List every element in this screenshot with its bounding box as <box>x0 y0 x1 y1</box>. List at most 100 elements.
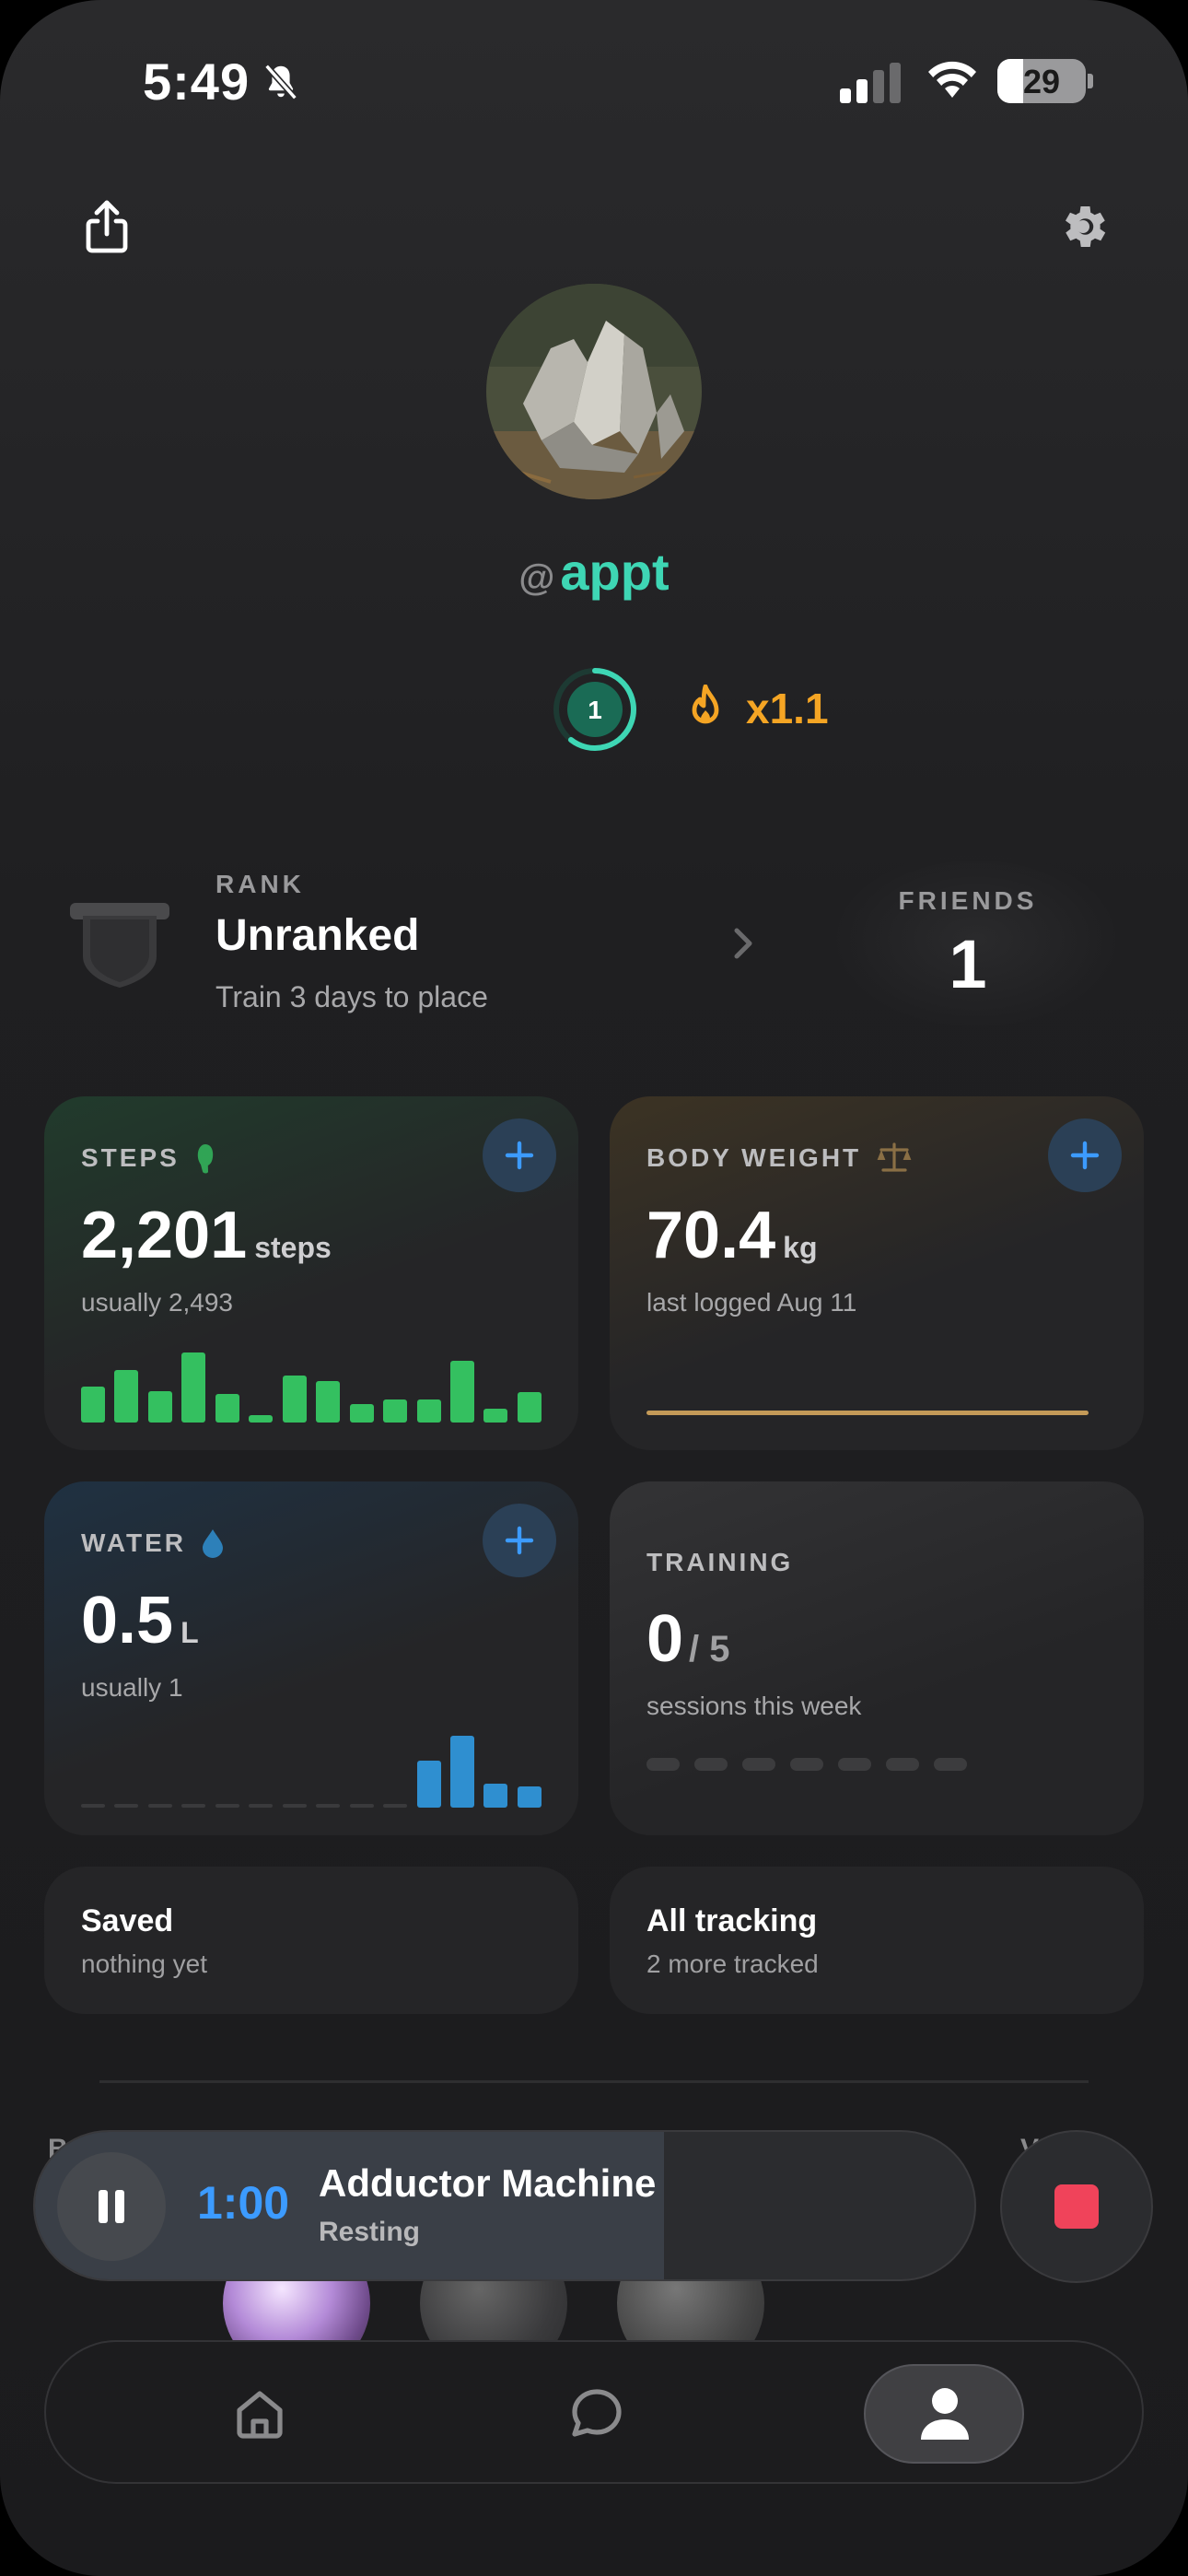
weight-unit: kg <box>783 1231 818 1264</box>
avatar-photo <box>486 284 702 499</box>
bar <box>517 1392 542 1423</box>
bar <box>81 1804 105 1808</box>
level-badge[interactable]: 1 <box>551 665 639 754</box>
rank-value[interactable]: Unranked <box>215 910 419 961</box>
water-drop-icon <box>203 1529 224 1558</box>
plus-icon <box>505 1141 534 1170</box>
tab-profile[interactable] <box>901 2370 989 2458</box>
bar <box>114 1370 139 1423</box>
water-bar-chart <box>81 1725 542 1808</box>
bar <box>215 1394 239 1423</box>
add-steps-button[interactable] <box>483 1118 556 1192</box>
level-progress-ring: 1 <box>553 668 636 751</box>
steps-unit: steps <box>254 1231 332 1264</box>
rest-timer-bar[interactable]: 1:00 Adductor Machine Resting <box>33 2130 976 2281</box>
training-card[interactable]: TRAINING 0/ 5 sessions this week <box>610 1481 1144 1835</box>
bar <box>181 1352 206 1423</box>
bar <box>282 1376 307 1423</box>
streak-multiplier-value: x1.1 <box>746 685 829 732</box>
friends-label: FRIENDS <box>898 886 1038 915</box>
training-label: TRAINING <box>646 1548 794 1576</box>
all-tracking-title: All tracking <box>646 1903 818 1938</box>
battery-level: 29 <box>1022 63 1061 100</box>
bar <box>215 1804 239 1808</box>
all-tracking-card[interactable]: All tracking 2 more tracked <box>610 1867 1144 2014</box>
training-day-dash <box>742 1758 775 1771</box>
pause-button[interactable] <box>57 2152 166 2261</box>
tab-chat[interactable] <box>553 2370 641 2458</box>
steps-card[interactable]: STEPS 2,201 steps usually 2,493 <box>44 1096 578 1450</box>
share-button[interactable] <box>70 190 144 263</box>
training-day-dash <box>694 1758 728 1771</box>
training-goal-row: / 5 <box>689 1629 730 1669</box>
bar <box>316 1381 341 1423</box>
status-time: 5:49 <box>143 53 250 111</box>
bar <box>349 1404 374 1423</box>
weight-trend-line <box>646 1411 1089 1415</box>
level-number: 1 <box>588 696 602 724</box>
weight-subtitle: last logged Aug 11 <box>646 1288 857 1317</box>
person-icon <box>921 2388 969 2440</box>
bar <box>114 1804 139 1808</box>
saved-subtitle: nothing yet <box>81 1950 207 1978</box>
battery-indicator: 29 <box>997 59 1086 103</box>
steps-label-row: STEPS <box>81 1142 215 1174</box>
training-day-dash <box>934 1758 967 1771</box>
steps-bar-chart <box>81 1340 542 1423</box>
bar <box>383 1399 408 1423</box>
stop-workout-button[interactable] <box>1000 2130 1153 2283</box>
streak-multiplier[interactable]: x1.1 <box>685 684 829 733</box>
tab-home[interactable] <box>215 2370 304 2458</box>
bar <box>449 1736 474 1808</box>
section-divider <box>99 2080 1089 2083</box>
add-water-button[interactable] <box>483 1504 556 1577</box>
rest-status: Resting <box>319 2217 421 2247</box>
add-weight-button[interactable] <box>1048 1118 1122 1192</box>
bar <box>147 1391 172 1423</box>
body-weight-card[interactable]: BODY WEIGHT 70.4 kg last logged Aug 11 <box>610 1096 1144 1450</box>
status-bar: 5:49 29 <box>0 48 1188 112</box>
bar <box>517 1786 542 1808</box>
friends-count[interactable]: 1 <box>866 925 1070 1003</box>
training-day-dash <box>646 1758 680 1771</box>
bar <box>249 1804 274 1808</box>
flame-icon <box>692 685 719 724</box>
weight-value: 70.4 <box>646 1199 776 1272</box>
steps-label: STEPS <box>81 1143 180 1172</box>
training-day-dash <box>886 1758 919 1771</box>
training-value: 0 <box>646 1602 684 1676</box>
saved-title: Saved <box>81 1903 174 1938</box>
water-value: 0.5 <box>81 1584 174 1657</box>
rank-label: RANK <box>215 870 305 898</box>
bar <box>81 1387 105 1423</box>
steps-value-row: 2,201 steps <box>81 1198 332 1273</box>
share-icon <box>86 200 128 253</box>
silent-bell-icon <box>264 64 297 100</box>
username-text: appt <box>560 543 670 601</box>
settings-button[interactable] <box>1046 190 1120 263</box>
water-value-row: 0.5 L <box>81 1583 199 1658</box>
bar <box>449 1361 474 1423</box>
plus-icon <box>505 1526 534 1555</box>
water-subtitle: usually 1 <box>81 1673 183 1702</box>
scale-icon <box>877 1142 912 1172</box>
all-tracking-subtitle: 2 more tracked <box>646 1950 819 1978</box>
chevron-right-icon[interactable] <box>729 925 757 962</box>
bar <box>249 1415 274 1423</box>
wifi-icon <box>928 61 976 98</box>
avatar[interactable] <box>486 284 702 499</box>
water-card[interactable]: WATER 0.5 L usually 1 <box>44 1481 578 1835</box>
footprint-icon <box>197 1144 214 1174</box>
saved-card[interactable]: Saved nothing yet <box>44 1867 578 2014</box>
steps-subtitle: usually 2,493 <box>81 1288 234 1317</box>
training-day-indicators <box>646 1758 967 1771</box>
bar <box>483 1784 508 1808</box>
chat-bubble-icon <box>572 2389 622 2437</box>
bar <box>483 1409 508 1423</box>
tab-bar <box>44 2340 1144 2484</box>
water-unit: L <box>181 1616 199 1649</box>
profile-screen: 5:49 29 @ appt 1 x1.1 RANK Unranked Trai… <box>0 0 1188 2576</box>
home-icon <box>237 2391 283 2439</box>
rest-timer-time: 1:00 <box>197 2177 290 2229</box>
bar <box>181 1804 206 1808</box>
